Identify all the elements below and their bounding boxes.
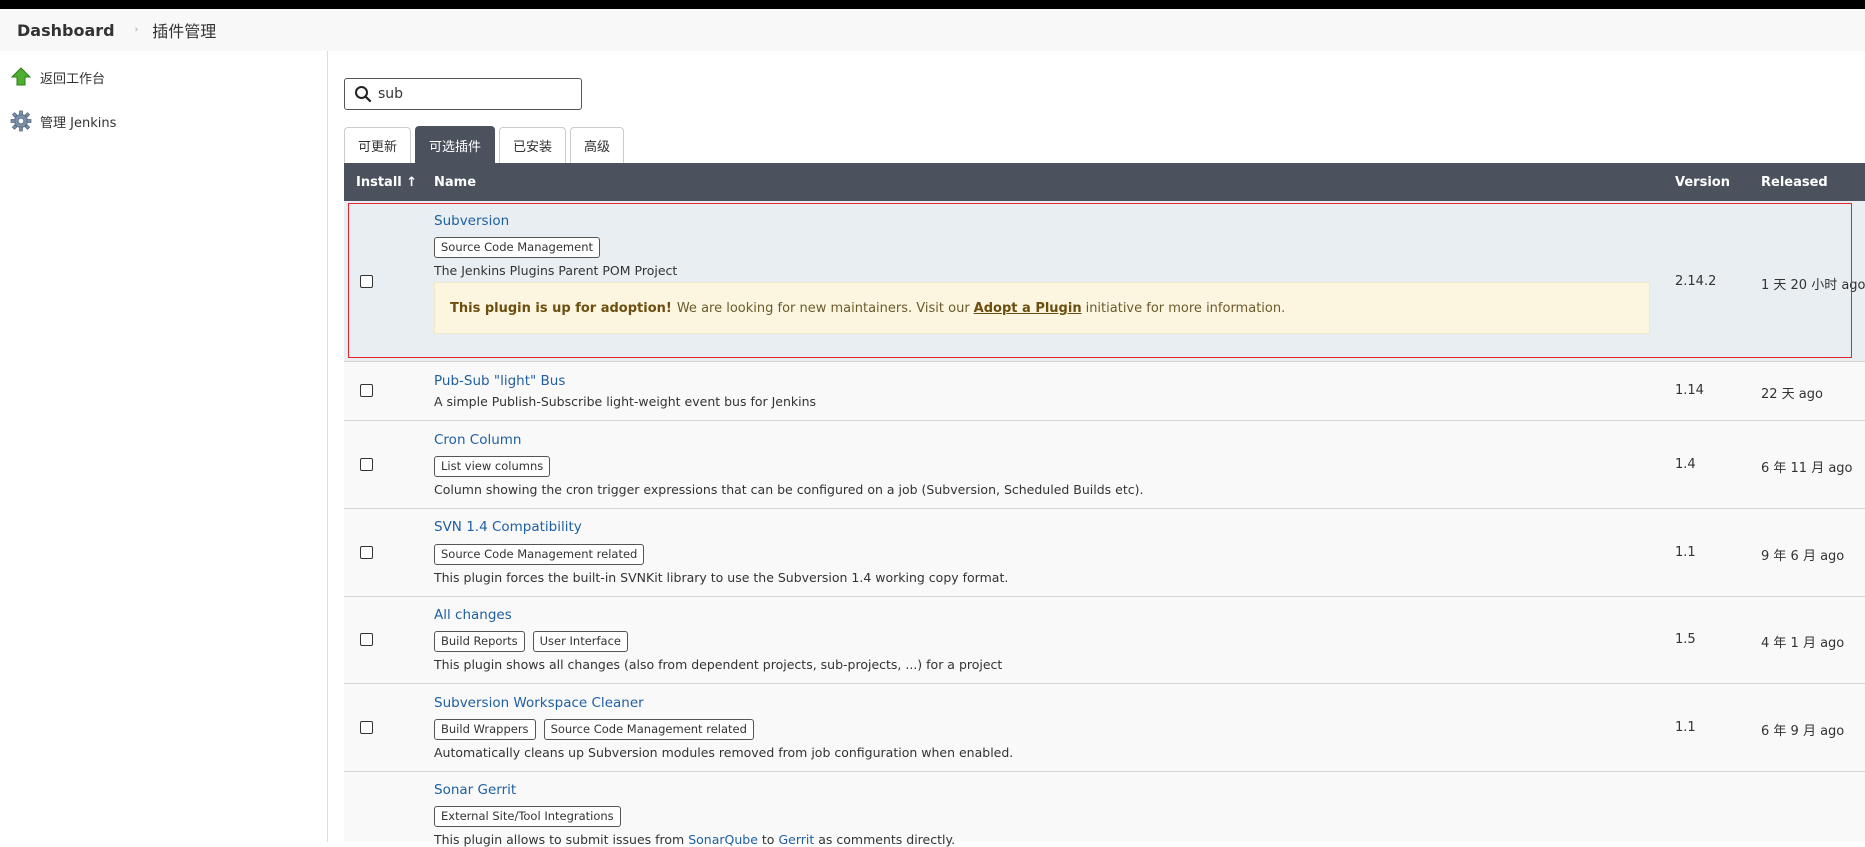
breadcrumb: Dashboard › 插件管理 — [0, 9, 1865, 51]
description-text: to — [761, 832, 775, 847]
table-row: Cron Column List view columns Column sho… — [344, 421, 1865, 509]
plugin-name-link[interactable]: Subversion — [434, 213, 509, 229]
plugin-tag[interactable]: Source Code Management — [434, 237, 601, 258]
plugin-version: 1.4 — [1675, 457, 1696, 472]
gear-icon — [10, 110, 32, 132]
column-header-name[interactable]: Name — [434, 163, 476, 201]
table-row: SVN 1.4 Compatibility Source Code Manage… — [344, 509, 1865, 597]
arrow-up-icon — [10, 67, 32, 86]
plugin-tabs: 可更新 可选插件 已安装 高级 — [344, 126, 628, 163]
plugin-version: 1.1 — [1675, 545, 1696, 560]
column-header-install[interactable]: Install ↑ — [356, 163, 417, 201]
plugin-name-link[interactable]: Pub-Sub "light" Bus — [434, 373, 565, 389]
tab-updates[interactable]: 可更新 — [344, 127, 412, 163]
plugin-name-link[interactable]: Subversion Workspace Cleaner — [434, 695, 644, 711]
plugin-released: 4 年 1 月 ago — [1761, 636, 1845, 651]
plugin-tags: Build Reports User Interface — [434, 630, 636, 652]
plugin-name-link[interactable]: All changes — [434, 607, 512, 623]
install-checkbox[interactable] — [360, 275, 373, 288]
plugin-description: Automatically cleans up Subversion modul… — [434, 745, 1014, 760]
sidebar-item-manage-jenkins[interactable]: 管理 Jenkins — [10, 110, 116, 132]
plugin-released: 6 年 9 月 ago — [1761, 724, 1845, 739]
breadcrumb-current-page[interactable]: 插件管理 — [152, 18, 216, 42]
tab-installed[interactable]: 已安装 — [499, 127, 567, 163]
install-checkbox[interactable] — [360, 384, 373, 397]
install-checkbox[interactable] — [360, 633, 373, 646]
sidebar-item-back-to-dashboard[interactable]: 返回工作台 — [10, 66, 105, 88]
plugin-description: This plugin forces the built-in SVNKit l… — [434, 570, 1009, 585]
plugin-version: 1.1 — [1675, 720, 1696, 735]
plugin-tag[interactable]: Source Code Management related — [434, 544, 645, 565]
plugin-search-input[interactable] — [378, 86, 568, 102]
search-icon — [355, 86, 372, 103]
breadcrumb-separator: › — [134, 25, 139, 35]
plugin-search-box[interactable] — [344, 78, 582, 110]
column-header-released[interactable]: Released — [1761, 163, 1828, 201]
sidebar-item-label: 返回工作台 — [40, 71, 106, 87]
plugin-tag[interactable]: List view columns — [434, 456, 551, 477]
plugin-version: 2.14.2 — [1675, 274, 1717, 289]
plugin-tags: Build Wrappers Source Code Management rel… — [434, 718, 762, 740]
plugin-released: 1 天 20 小时 ago — [1761, 278, 1865, 293]
plugin-table-header: Install ↑ Name Version Released — [344, 163, 1865, 201]
plugin-description: This plugin allows to submit issues from… — [434, 832, 955, 847]
table-row: All changes Build Reports User Interface … — [344, 597, 1865, 684]
column-header-version[interactable]: Version — [1675, 163, 1730, 201]
plugin-tags: Source Code Management related — [434, 543, 652, 565]
tab-advanced[interactable]: 高级 — [570, 127, 625, 163]
install-checkbox[interactable] — [360, 546, 373, 559]
tab-available[interactable]: 可选插件 — [415, 126, 496, 163]
plugin-tag[interactable]: Build Reports — [434, 631, 525, 652]
adoption-notice-text-end: initiative for more information. — [1085, 300, 1286, 316]
plugin-tags: Source Code Management — [434, 236, 608, 258]
plugin-tags: External Site/Tool Integrations — [434, 805, 629, 827]
plugin-version: 1.5 — [1675, 632, 1696, 647]
plugin-released: 22 天 ago — [1761, 387, 1823, 402]
plugin-released: 6 年 11 月 ago — [1761, 461, 1853, 476]
plugin-tag[interactable]: External Site/Tool Integrations — [434, 806, 621, 827]
plugin-tag[interactable]: Build Wrappers — [434, 719, 536, 740]
plugin-version: 1.14 — [1675, 383, 1704, 398]
adopt-a-plugin-link[interactable]: Adopt a Plugin — [974, 301, 1082, 316]
description-text: as comments directly. — [818, 832, 956, 847]
window-top-bar — [0, 0, 1865, 9]
adoption-notice-title: This plugin is up for adoption! — [450, 300, 672, 316]
sonarqube-link[interactable]: SonarQube — [688, 832, 758, 847]
adoption-notice-text: We are looking for new maintainers. Visi… — [676, 300, 970, 316]
plugin-tag[interactable]: Source Code Management related — [543, 719, 754, 740]
gerrit-link[interactable]: Gerrit — [778, 832, 814, 847]
plugin-description: Column showing the cron trigger expressi… — [434, 482, 1144, 497]
install-checkbox[interactable] — [360, 458, 373, 471]
table-row: Pub-Sub "light" Bus A simple Publish-Sub… — [344, 362, 1865, 421]
plugin-description: This plugin shows all changes (also from… — [434, 657, 1003, 672]
plugin-name-link[interactable]: Cron Column — [434, 432, 522, 448]
table-row: Subversion Workspace Cleaner Build Wrapp… — [344, 684, 1865, 772]
description-text: This plugin allows to submit issues from — [434, 832, 685, 847]
install-checkbox[interactable] — [360, 721, 373, 734]
breadcrumb-dashboard-link[interactable]: Dashboard — [17, 21, 115, 40]
plugin-name-link[interactable]: Sonar Gerrit — [434, 782, 516, 798]
sidebar-item-label: 管理 Jenkins — [40, 115, 117, 131]
adoption-notice: This plugin is up for adoption! We are l… — [434, 282, 1650, 334]
plugin-description: The Jenkins Plugins Parent POM Project — [434, 263, 678, 278]
plugin-name-link[interactable]: SVN 1.4 Compatibility — [434, 519, 582, 535]
plugin-released: 9 年 6 月 ago — [1761, 549, 1845, 564]
plugin-description: A simple Publish-Subscribe light-weight … — [434, 394, 817, 409]
plugin-tags: List view columns — [434, 455, 558, 477]
sidebar: 返回工作台 管理 Jenkins — [0, 51, 328, 842]
table-row: Subversion Source Code Management The Je… — [344, 201, 1865, 362]
table-row: Sonar Gerrit External Site/Tool Integrat… — [344, 772, 1865, 847]
plugin-tag[interactable]: User Interface — [532, 631, 628, 652]
